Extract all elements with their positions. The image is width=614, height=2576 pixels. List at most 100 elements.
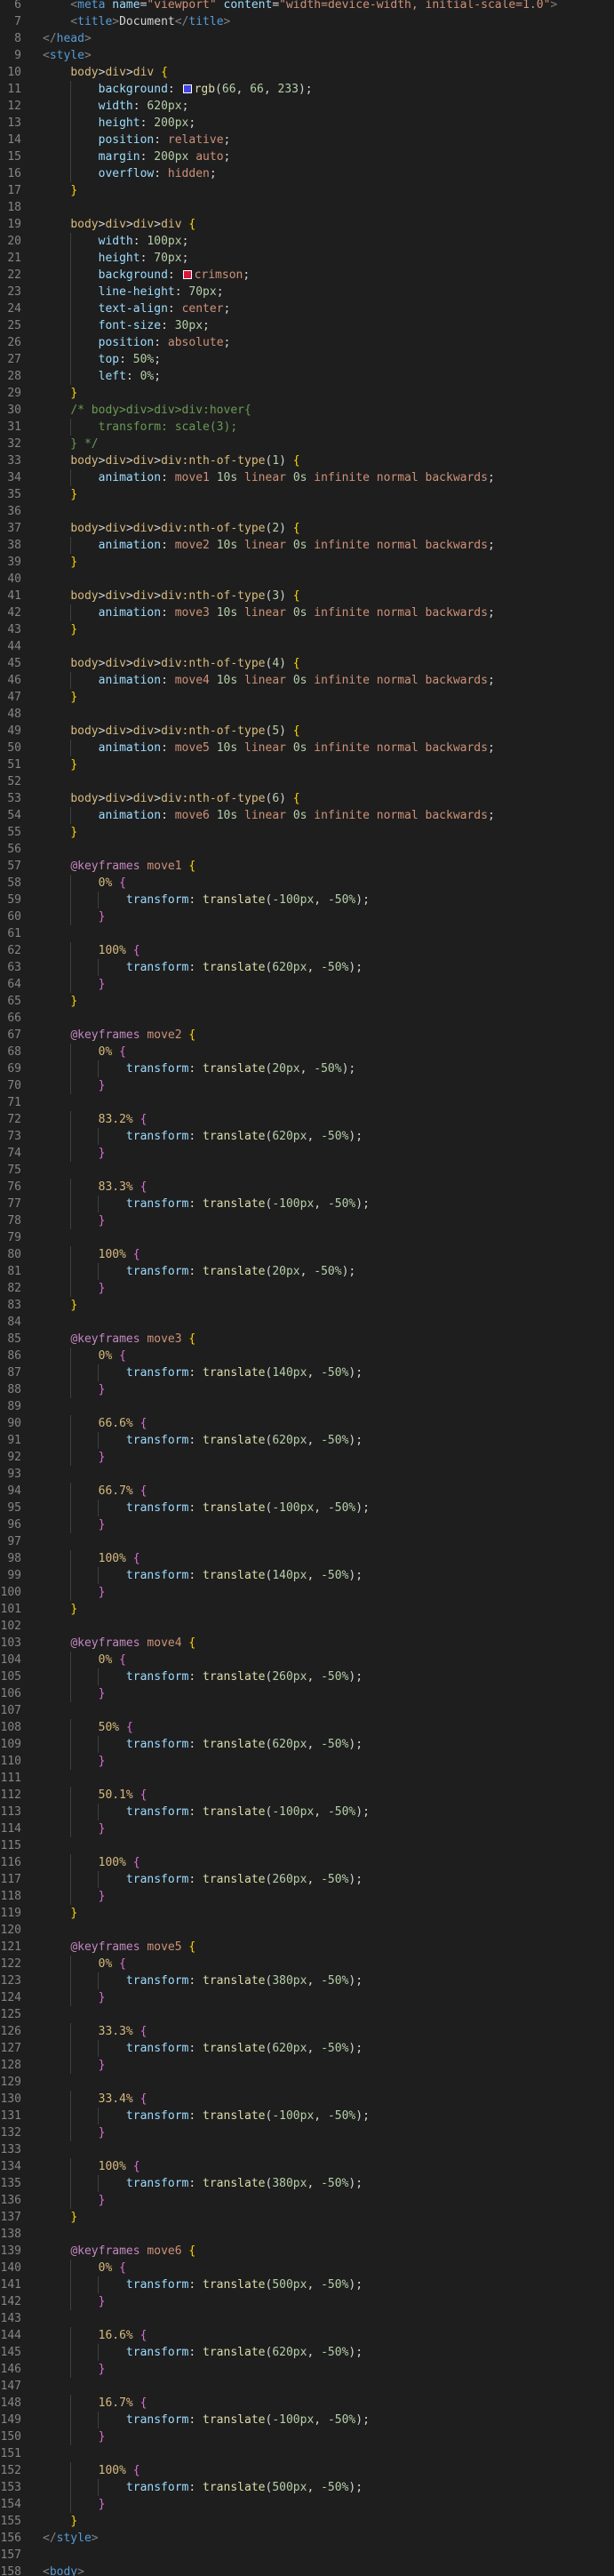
code-line[interactable]: 96 } <box>0 1516 614 1533</box>
code-line[interactable]: 65 } <box>0 993 614 1010</box>
code-line[interactable]: 17 } <box>0 182 614 199</box>
code-line[interactable]: 59 transform: translate(-100px, -50%); <box>0 892 614 908</box>
code-line[interactable]: 50 animation: move5 10s linear 0s infini… <box>0 740 614 756</box>
code-line[interactable]: 112 50.1% { <box>0 1787 614 1804</box>
code-line[interactable]: 10 body>div>div { <box>0 64 614 81</box>
code-line[interactable]: 113 transform: translate(-100px, -50%); <box>0 1804 614 1820</box>
code-line[interactable]: 79 <box>0 1229 614 1246</box>
code-line[interactable]: 41 body>div>div>div:nth-of-type(3) { <box>0 588 614 604</box>
code-line[interactable]: 9 <style> <box>0 47 614 64</box>
code-line[interactable]: 30 /* body>div>div>div:hover{ <box>0 402 614 419</box>
code-line[interactable]: 129 <box>0 2074 614 2091</box>
code-line[interactable]: 36 <box>0 503 614 520</box>
code-line[interactable]: 148 16.7% { <box>0 2395 614 2412</box>
code-line[interactable]: 39 } <box>0 554 614 571</box>
code-line[interactable]: 83 } <box>0 1297 614 1314</box>
code-line[interactable]: 84 <box>0 1314 614 1331</box>
code-line[interactable]: 108 50% { <box>0 1719 614 1736</box>
code-line[interactable]: 38 animation: move2 10s linear 0s infini… <box>0 537 614 554</box>
code-line[interactable]: 104 0% { <box>0 1652 614 1668</box>
code-line[interactable]: 131 transform: translate(-100px, -50%); <box>0 2108 614 2124</box>
code-line[interactable]: 72 83.2% { <box>0 1111 614 1128</box>
code-line[interactable]: 139 @keyframes move6 { <box>0 2243 614 2260</box>
code-line[interactable]: 7 <title>Document</title> <box>0 13 614 30</box>
code-line[interactable]: 124 } <box>0 1989 614 2006</box>
code-line[interactable]: 75 <box>0 1162 614 1179</box>
code-line[interactable]: 8 </head> <box>0 30 614 47</box>
code-line[interactable]: 54 animation: move6 10s linear 0s infini… <box>0 807 614 824</box>
code-line[interactable]: 73 transform: translate(620px, -50%); <box>0 1128 614 1145</box>
code-line[interactable]: 63 transform: translate(620px, -50%); <box>0 959 614 976</box>
code-line[interactable]: 81 transform: translate(20px, -50%); <box>0 1263 614 1280</box>
code-line[interactable]: 67 @keyframes move2 { <box>0 1027 614 1044</box>
code-line[interactable]: 6 <meta name="viewport" content="width=d… <box>0 0 614 13</box>
code-line[interactable]: 106 } <box>0 1685 614 1702</box>
code-line[interactable]: 120 <box>0 1922 614 1939</box>
code-line[interactable]: 16 overflow: hidden; <box>0 165 614 182</box>
code-editor[interactable]: 6 <meta name="viewport" content="width=d… <box>0 0 614 2576</box>
code-line[interactable]: 86 0% { <box>0 1348 614 1364</box>
code-line[interactable]: 143 <box>0 2310 614 2327</box>
code-line[interactable]: 90 66.6% { <box>0 1415 614 1432</box>
code-line[interactable]: 78 } <box>0 1212 614 1229</box>
code-line[interactable]: 32 } */ <box>0 436 614 452</box>
code-line[interactable]: 135 transform: translate(380px, -50%); <box>0 2175 614 2192</box>
code-line[interactable]: 125 <box>0 2006 614 2023</box>
code-line[interactable]: 152 100% { <box>0 2462 614 2479</box>
code-line[interactable]: 11 background: rgb(66, 66, 233); <box>0 81 614 98</box>
code-line[interactable]: 149 transform: translate(-100px, -50%); <box>0 2412 614 2428</box>
code-line[interactable]: 101 } <box>0 1601 614 1618</box>
code-line[interactable]: 68 0% { <box>0 1044 614 1060</box>
code-line[interactable]: 58 0% { <box>0 875 614 892</box>
code-line[interactable]: 102 <box>0 1618 614 1635</box>
code-line[interactable]: 118 } <box>0 1888 614 1905</box>
code-line[interactable]: 97 <box>0 1533 614 1550</box>
code-line[interactable]: 71 <box>0 1094 614 1111</box>
code-line[interactable]: 15 margin: 200px auto; <box>0 148 614 165</box>
code-line[interactable]: 20 width: 100px; <box>0 233 614 250</box>
code-line[interactable]: 74 } <box>0 1145 614 1162</box>
code-line[interactable]: 141 transform: translate(500px, -50%); <box>0 2276 614 2293</box>
code-line[interactable]: 42 animation: move3 10s linear 0s infini… <box>0 604 614 621</box>
code-line[interactable]: 145 transform: translate(620px, -50%); <box>0 2344 614 2361</box>
code-line[interactable]: 130 33.4% { <box>0 2091 614 2108</box>
code-line[interactable]: 115 <box>0 1837 614 1854</box>
code-line[interactable]: 144 16.6% { <box>0 2327 614 2344</box>
code-line[interactable]: 51 } <box>0 756 614 773</box>
code-line[interactable]: 121 @keyframes move5 { <box>0 1939 614 1956</box>
code-line[interactable]: 91 transform: translate(620px, -50%); <box>0 1432 614 1449</box>
code-line[interactable]: 123 transform: translate(380px, -50%); <box>0 1972 614 1989</box>
code-line[interactable]: 35 } <box>0 486 614 503</box>
code-line[interactable]: 114 } <box>0 1820 614 1837</box>
code-line[interactable]: 12 width: 620px; <box>0 98 614 115</box>
code-line[interactable]: 103 @keyframes move4 { <box>0 1635 614 1652</box>
code-line[interactable]: 100 } <box>0 1584 614 1601</box>
code-line[interactable]: 62 100% { <box>0 942 614 959</box>
code-line[interactable]: 146 } <box>0 2361 614 2378</box>
code-line[interactable]: 13 height: 200px; <box>0 115 614 132</box>
code-line[interactable]: 150 } <box>0 2428 614 2445</box>
code-line[interactable]: 147 <box>0 2378 614 2395</box>
code-line[interactable]: 80 100% { <box>0 1246 614 1263</box>
code-line[interactable]: 82 } <box>0 1280 614 1297</box>
code-line[interactable]: 99 transform: translate(140px, -50%); <box>0 1567 614 1584</box>
code-line[interactable]: 49 body>div>div>div:nth-of-type(5) { <box>0 723 614 740</box>
code-line[interactable]: 98 100% { <box>0 1550 614 1567</box>
code-line[interactable]: 25 font-size: 30px; <box>0 317 614 334</box>
color-swatch-icon[interactable] <box>182 84 192 93</box>
code-line[interactable]: 85 @keyframes move3 { <box>0 1331 614 1348</box>
code-line[interactable]: 28 left: 0%; <box>0 368 614 385</box>
code-line[interactable]: 60 } <box>0 908 614 925</box>
code-line[interactable]: 142 } <box>0 2293 614 2310</box>
code-line[interactable]: 117 transform: translate(260px, -50%); <box>0 1871 614 1888</box>
code-line[interactable]: 77 transform: translate(-100px, -50%); <box>0 1196 614 1212</box>
code-line[interactable]: 138 <box>0 2226 614 2243</box>
code-line[interactable]: 122 0% { <box>0 1956 614 1972</box>
code-line[interactable]: 136 } <box>0 2192 614 2209</box>
code-line[interactable]: 52 <box>0 773 614 790</box>
code-line[interactable]: 133 <box>0 2141 614 2158</box>
code-line[interactable]: 31 transform: scale(3); <box>0 419 614 436</box>
code-line[interactable]: 55 } <box>0 824 614 841</box>
code-line[interactable]: 87 transform: translate(140px, -50%); <box>0 1364 614 1381</box>
code-line[interactable]: 111 <box>0 1770 614 1787</box>
